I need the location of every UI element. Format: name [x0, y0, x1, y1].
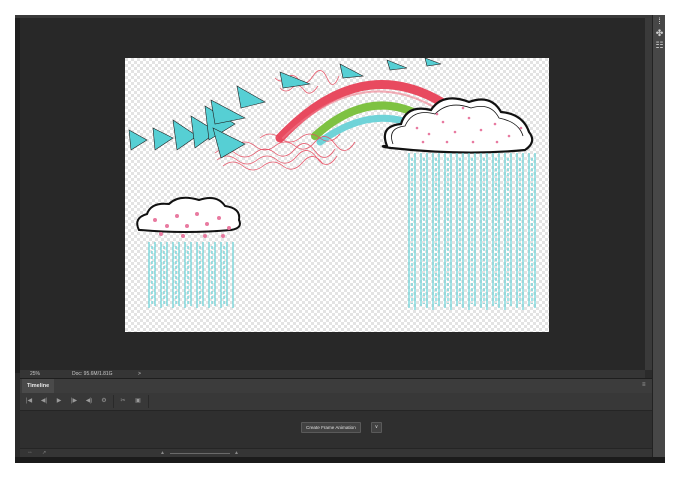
go-to-first-frame-icon[interactable]: |◀ [24, 397, 34, 406]
right-panel-dock: ⁞ ✤ ☷ [652, 15, 665, 463]
status-bar: 25% Doc: 95.6M/1.81G > [20, 370, 645, 378]
document-size: Doc: 95.6M/1.81G [72, 371, 113, 377]
timeline-zoom-slider[interactable] [170, 453, 230, 454]
timeline-panel-header: Timeline ≡ [20, 378, 652, 394]
settings-icon[interactable]: ⚙ [99, 397, 109, 406]
canvas-workspace[interactable] [20, 18, 645, 370]
transition-icon[interactable]: ▣ [133, 397, 143, 406]
status-expand-icon[interactable]: > [138, 370, 141, 378]
next-frame-icon[interactable]: |▶ [69, 397, 79, 406]
audio-icon[interactable]: ◀) [84, 397, 94, 406]
controls-divider [113, 395, 114, 408]
photoshop-window: ⁞ ✤ ☷ 25% Doc: 95.6M/1.81G > Timeline ≡ … [15, 15, 665, 463]
layers-icon[interactable]: ☷ [655, 41, 664, 50]
previous-frame-icon[interactable]: ◀| [39, 397, 49, 406]
adjustments-icon[interactable]: ✤ [655, 29, 664, 38]
panel-grip-icon[interactable]: ⁞ [655, 17, 664, 26]
controls-divider [148, 395, 149, 408]
timeline-controls: |◀ ◀| ▶ |▶ ◀) ⚙ ✂ ▣ [20, 393, 652, 411]
create-frame-animation-button[interactable]: Create Frame Animation [301, 422, 361, 433]
window-bottom-edge [15, 457, 665, 463]
vertical-scrollbar[interactable] [645, 18, 652, 370]
split-scissors-icon[interactable]: ✂ [118, 397, 128, 406]
chevron-down-icon[interactable]: ∨ [371, 422, 382, 433]
zoom-level[interactable]: 25% [30, 370, 40, 378]
document-canvas[interactable] [125, 58, 549, 332]
tab-timeline[interactable]: Timeline [22, 379, 55, 393]
play-icon[interactable]: ▶ [54, 397, 64, 406]
panel-menu-icon[interactable]: ≡ [642, 382, 648, 388]
